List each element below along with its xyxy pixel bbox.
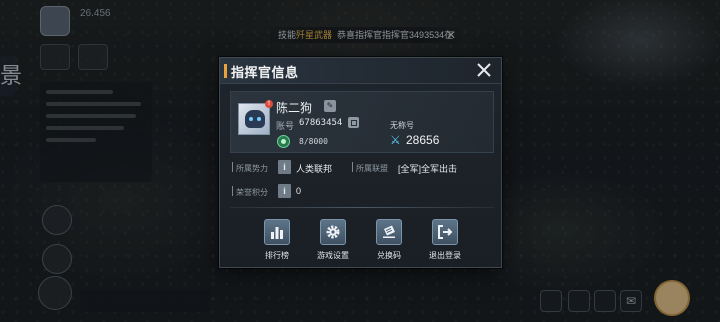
faction-label: 所属势力 [236, 164, 268, 173]
avatar-notice-badge: ! [265, 100, 273, 108]
account-value: 67863454 [299, 118, 343, 128]
logout-button[interactable]: 退出登录 [423, 219, 467, 263]
ticket-icon [383, 225, 395, 238]
faction-value: 人类联邦 [296, 164, 333, 174]
logout-label: 退出登录 [429, 251, 461, 260]
alliance-label: 所属联盟 [356, 164, 388, 173]
robot-avatar-icon [245, 110, 265, 128]
honor-label: 荣誉积分 [236, 188, 268, 197]
close-button[interactable] [471, 58, 497, 82]
alliance-separator [352, 162, 353, 172]
logout-icon [438, 225, 453, 239]
crossed-swords-icon: ⚔ [390, 133, 401, 147]
game-settings-button[interactable]: 游戏设置 [311, 219, 355, 263]
account-label: 账号 [276, 121, 295, 131]
copy-account-button[interactable] [348, 117, 359, 128]
commander-info-dialog: 指挥官信息 ! 陈二狗 ✎ 账号 67863454 8/8000 无称号 ⚔ 2… [219, 57, 502, 268]
leaderboard-label: 排行榜 [265, 251, 289, 260]
profile-card: ! 陈二狗 ✎ 账号 67863454 8/8000 无称号 ⚔ 28656 [230, 91, 494, 153]
rename-button[interactable]: ✎ [324, 100, 336, 112]
faction-info-button[interactable]: i [278, 160, 291, 174]
title-accent-bar [224, 64, 227, 78]
player-title[interactable]: 无称号 [390, 120, 414, 131]
game-settings-label: 游戏设置 [317, 251, 349, 260]
leaderboard-icon [271, 227, 283, 239]
honor-value: 0 [296, 186, 302, 196]
energy-value: 8/8000 [299, 137, 328, 146]
honor-info-button[interactable]: i [278, 184, 291, 198]
energy-icon [277, 135, 290, 148]
leaderboard-button[interactable]: 排行榜 [255, 219, 299, 263]
combat-power-value: 28656 [406, 133, 440, 147]
faction-separator [232, 162, 233, 172]
edit-icon: ✎ [326, 101, 334, 110]
player-name: 陈二狗 [276, 101, 313, 115]
redeem-code-button[interactable]: 兑换码 [367, 219, 411, 263]
honor-separator [232, 186, 233, 196]
alliance-value[interactable]: [全军]全军出击 [398, 162, 457, 175]
dialog-title: 指挥官信息 [231, 65, 299, 80]
close-icon [477, 63, 491, 77]
gear-icon [326, 225, 340, 239]
redeem-code-label: 兑换码 [377, 251, 401, 260]
divider [230, 207, 494, 208]
dialog-header: 指挥官信息 [220, 58, 501, 84]
avatar[interactable]: ! [238, 100, 273, 135]
